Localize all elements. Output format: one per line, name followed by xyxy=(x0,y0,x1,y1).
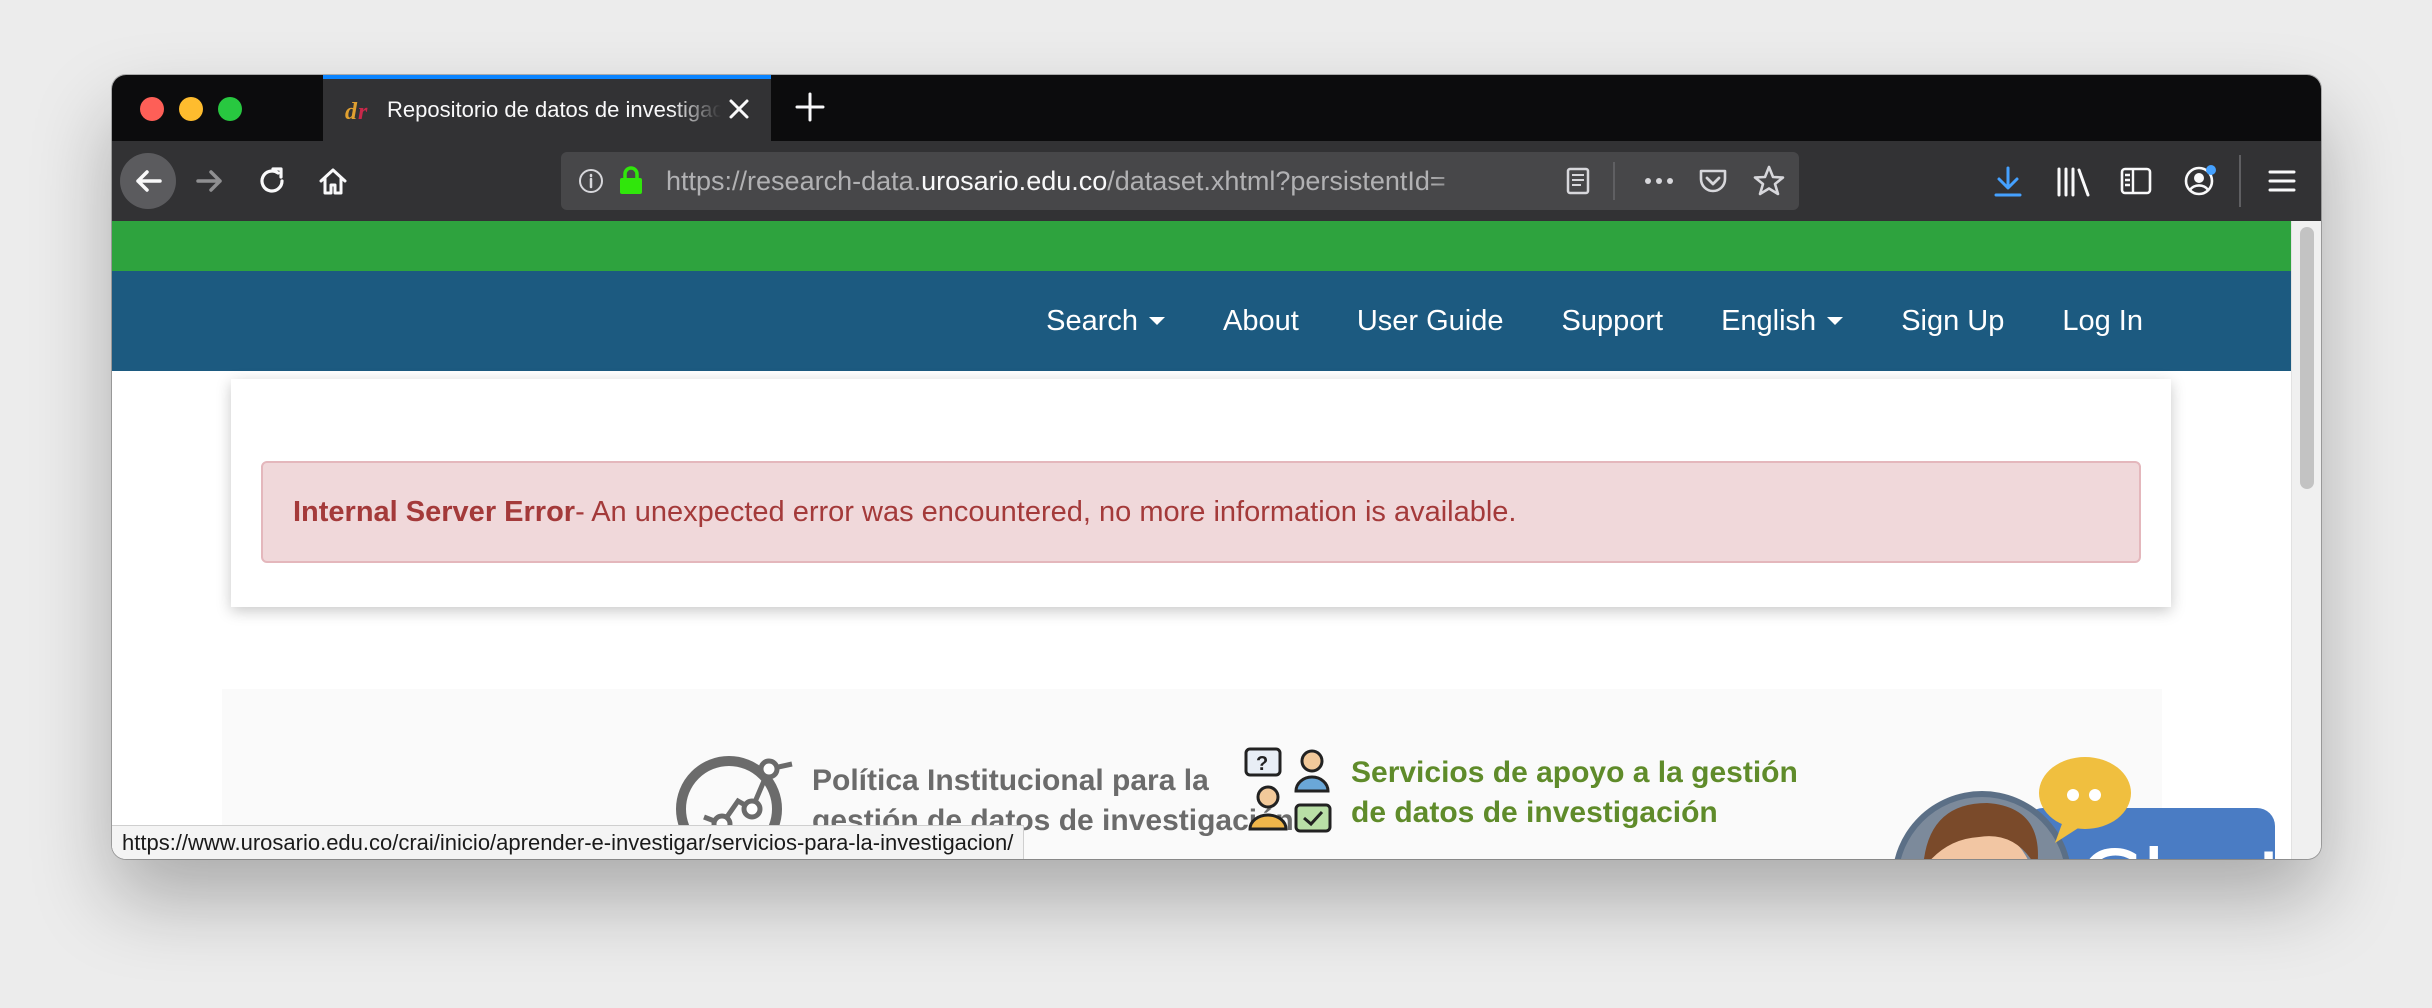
forward-button[interactable] xyxy=(182,153,238,209)
reload-icon xyxy=(260,167,284,193)
top-green-bar xyxy=(112,221,2291,271)
back-arrow-icon xyxy=(136,170,162,192)
minimize-window-button[interactable] xyxy=(179,97,203,121)
library-icon[interactable] xyxy=(2055,165,2091,204)
chat-widget[interactable]: Chat xyxy=(1887,751,2291,859)
menu-icon[interactable] xyxy=(2266,165,2298,202)
scrollbar-thumb[interactable] xyxy=(2300,227,2314,489)
lock-icon[interactable] xyxy=(617,165,645,200)
home-icon xyxy=(319,168,347,195)
tab-title: Repositorio de datos de investigación xyxy=(387,97,721,122)
close-window-button[interactable] xyxy=(140,97,164,121)
url-text[interactable]: https://research-data.urosario.edu.co/da… xyxy=(666,166,1486,197)
support-services-icon[interactable]: ? xyxy=(1242,745,1338,846)
page-scrollbar[interactable] xyxy=(2291,221,2321,859)
new-tab-icon[interactable] xyxy=(792,89,828,125)
nav-search-label: Search xyxy=(1046,304,1139,337)
policy-line-1: Política Institucional para la xyxy=(812,764,1209,797)
page-actions-icon[interactable] xyxy=(1642,166,1676,201)
svg-text:?: ? xyxy=(1256,753,1268,775)
error-alert: Internal Server Error - An unexpected er… xyxy=(261,461,2141,563)
svg-text:r: r xyxy=(358,99,368,123)
nav-language-dropdown[interactable]: English xyxy=(1721,304,1844,338)
account-icon[interactable] xyxy=(2182,163,2218,204)
title-bar: dr Repositorio de datos de investigación xyxy=(112,75,2321,141)
error-message: - An unexpected error was encountered, n… xyxy=(575,495,1517,528)
toolbar-divider xyxy=(2239,155,2241,207)
urlbar-divider xyxy=(1613,162,1615,200)
site-navbar: Search About User Guide Support English … xyxy=(112,271,2291,371)
sidebar-icon[interactable] xyxy=(2119,165,2153,202)
nav-search-dropdown[interactable]: Search xyxy=(1046,304,1166,338)
browser-window: dr Repositorio de datos de investigación xyxy=(112,75,2321,859)
nav-about-link[interactable]: About xyxy=(1223,305,1299,338)
site-menu: Search About User Guide Support English … xyxy=(988,271,2143,371)
page-content: Search About User Guide Support English … xyxy=(112,221,2291,859)
reload-button[interactable] xyxy=(244,153,300,209)
navigation-toolbar: https://research-data.urosario.edu.co/da… xyxy=(112,141,2321,221)
pocket-icon[interactable] xyxy=(1697,165,1729,202)
reader-view-icon[interactable] xyxy=(1563,166,1593,201)
site-favicon-icon: dr xyxy=(345,96,375,124)
status-bar: https://www.urosario.edu.co/crai/inicio/… xyxy=(112,825,1025,859)
nav-language-label: English xyxy=(1721,304,1817,337)
services-line-2: de datos de investigación xyxy=(1351,796,1718,829)
error-panel: Internal Server Error - An unexpected er… xyxy=(231,379,2171,607)
nav-user-guide-link[interactable]: User Guide xyxy=(1357,305,1504,338)
caret-down-icon xyxy=(1827,317,1844,325)
support-services-link[interactable]: Servicios de apoyo a la gestión de datos… xyxy=(1351,753,1798,833)
address-bar[interactable]: https://research-data.urosario.edu.co/da… xyxy=(561,152,1799,210)
forward-arrow-icon xyxy=(196,170,222,192)
nav-sign-up-link[interactable]: Sign Up xyxy=(1901,305,2004,338)
close-tab-icon[interactable] xyxy=(725,95,753,123)
chat-label: Chat xyxy=(2077,831,2291,859)
zoom-window-button[interactable] xyxy=(218,97,242,121)
back-button[interactable] xyxy=(120,153,176,209)
nav-support-link[interactable]: Support xyxy=(1561,305,1663,338)
caret-down-icon xyxy=(1149,317,1166,325)
services-line-1: Servicios de apoyo a la gestión xyxy=(1351,756,1798,789)
downloads-icon[interactable] xyxy=(1992,165,2024,204)
error-title: Internal Server Error xyxy=(293,495,576,528)
bookmark-star-icon[interactable] xyxy=(1752,164,1786,203)
svg-text:d: d xyxy=(345,99,358,123)
home-button[interactable] xyxy=(305,153,361,209)
info-icon[interactable] xyxy=(577,167,605,200)
browser-tab[interactable]: dr Repositorio de datos de investigación xyxy=(323,75,771,141)
nav-log-in-link[interactable]: Log In xyxy=(2062,305,2143,338)
